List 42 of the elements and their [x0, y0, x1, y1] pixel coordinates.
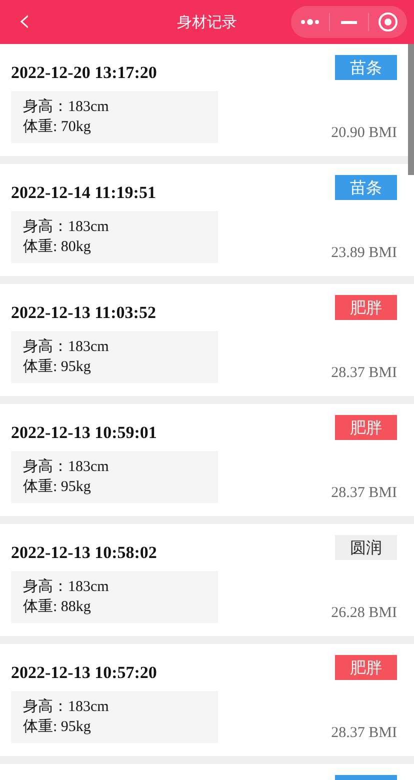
weight-text: 体重: 80kg — [23, 238, 92, 257]
status-tag: 肥胖 — [335, 655, 397, 680]
height-text: 身高：183cm — [23, 217, 110, 237]
height-text: 身高：183cm — [23, 577, 110, 597]
bmi-value: 28.37 BMI — [331, 364, 397, 382]
record-time: 2022-12-20 13:17:20 — [11, 63, 158, 83]
weight-text: 体重: 70kg — [23, 118, 92, 137]
height-text: 身高：183cm — [23, 457, 110, 477]
record-card[interactable]: 2022-12-14 11:19:51 苗条 身高：183cm 体重: 80kg 23.89 BMI — [0, 164, 408, 276]
status-tag: 肥胖 — [335, 415, 397, 440]
status-tag: 肥胖 — [335, 295, 397, 320]
record-time: 2022-12-13 10:59:01 — [11, 423, 158, 443]
back-button[interactable]: ‹ — [18, 4, 31, 36]
bmi-value: 26.28 BMI — [331, 604, 397, 622]
bmi-value: 20.90 BMI — [331, 124, 397, 142]
page-title: 身材记录 — [177, 12, 237, 32]
height-text: 身高：183cm — [23, 697, 110, 717]
record-card[interactable]: 2022-12-13 10:59:01 肥胖 身高：183cm 体重: 95kg 28.37 BMI — [0, 404, 408, 516]
record-time: 2022-12-13 11:03:52 — [11, 303, 157, 323]
status-tag: 圆润 — [335, 535, 397, 560]
record-time: 2022-12-13 10:58:02 — [11, 543, 158, 563]
height-text: 身高：183cm — [23, 97, 110, 117]
status-tag: 苗条 — [335, 55, 397, 80]
minus-icon — [341, 20, 357, 24]
record-card[interactable]: 2022-12-13 11:03:52 肥胖 身高：183cm 体重: 95kg 28.37 BMI — [0, 284, 408, 396]
status-tag: 苗条 — [335, 175, 397, 200]
record-card[interactable]: 2022-12-20 13:17:20 苗条 身高：183cm 体重: 70kg 20.90 BMI — [0, 44, 408, 156]
record-time: 2022-12-13 10:57:20 — [11, 663, 158, 683]
weight-text: 体重: 95kg — [23, 358, 92, 377]
bmi-value: 28.37 BMI — [331, 724, 397, 742]
record-card[interactable]: 2022-12-13 10:58:02 圆润 身高：183cm 体重: 88kg 26.28 BMI — [0, 524, 408, 636]
scroll-bar[interactable] — [408, 44, 414, 175]
weight-text: 体重: 95kg — [23, 478, 92, 497]
record-time: 2022-12-14 11:19:51 — [11, 183, 157, 203]
target-icon — [378, 12, 398, 32]
height-text: 身高：183cm — [23, 337, 110, 357]
bmi-value: 23.89 BMI — [331, 244, 397, 262]
weight-text: 体重: 95kg — [23, 718, 92, 737]
more-icon — [300, 19, 320, 25]
bmi-value: 28.37 BMI — [331, 484, 397, 502]
record-card[interactable]: 2022-12-13 10:57:20 肥胖 身高：183cm 体重: 95kg 28.37 BMI — [0, 644, 408, 756]
weight-text: 体重: 88kg — [23, 598, 92, 617]
